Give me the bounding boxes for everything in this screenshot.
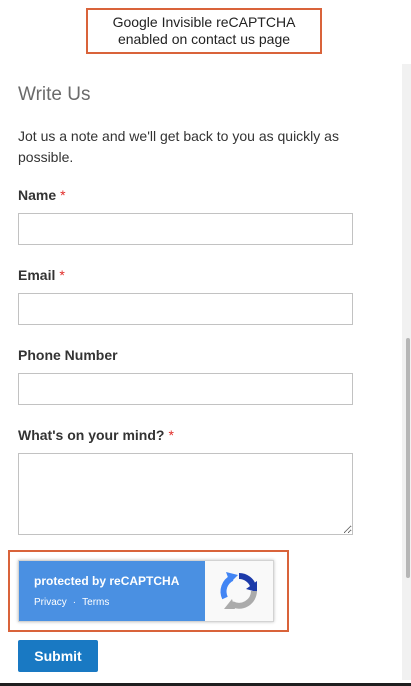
recaptcha-terms-link[interactable]: Terms [82,597,109,608]
recaptcha-protected-prefix: protected by [34,574,110,588]
message-textarea[interactable] [18,453,353,535]
recaptcha-badge[interactable]: protected by reCAPTCHA Privacy · Terms [18,560,274,622]
page-title: Write Us [18,84,91,105]
phone-label: Phone Number [18,347,118,363]
recaptcha-annotation-callout: Google Invisible reCAPTCHA enabled on co… [86,8,322,54]
required-marker: * [168,427,174,443]
recaptcha-links: Privacy · Terms [34,597,205,608]
submit-button[interactable]: Submit [18,640,98,672]
annotation-line-1: Google Invisible reCAPTCHA [112,14,296,30]
recaptcha-protected-text: protected by reCAPTCHA [34,574,205,588]
email-label: Email * [18,267,65,283]
name-label: Name * [18,187,66,203]
name-label-text: Name [18,187,57,203]
phone-label-text: Phone Number [18,347,118,363]
page-scrollbar-thumb[interactable] [406,338,410,578]
email-label-text: Email [18,267,56,283]
recaptcha-logo-area [205,561,273,621]
recaptcha-logo-icon [220,572,257,609]
recaptcha-separator: · [72,597,77,608]
email-input[interactable] [18,293,353,325]
recaptcha-text-panel: protected by reCAPTCHA Privacy · Terms [19,561,205,621]
recaptcha-privacy-link[interactable]: Privacy [34,597,67,608]
annotation-line-2: enabled on contact us page [117,31,291,47]
required-marker: * [60,187,66,203]
required-marker: * [59,267,65,283]
recaptcha-brand: reCAPTCHA [109,574,180,588]
name-input[interactable] [18,213,353,245]
message-label: What's on your mind? * [18,427,174,443]
message-label-text: What's on your mind? [18,427,165,443]
form-intro-text: Jot us a note and we'll get back to you … [18,128,339,165]
phone-input[interactable] [18,373,353,405]
